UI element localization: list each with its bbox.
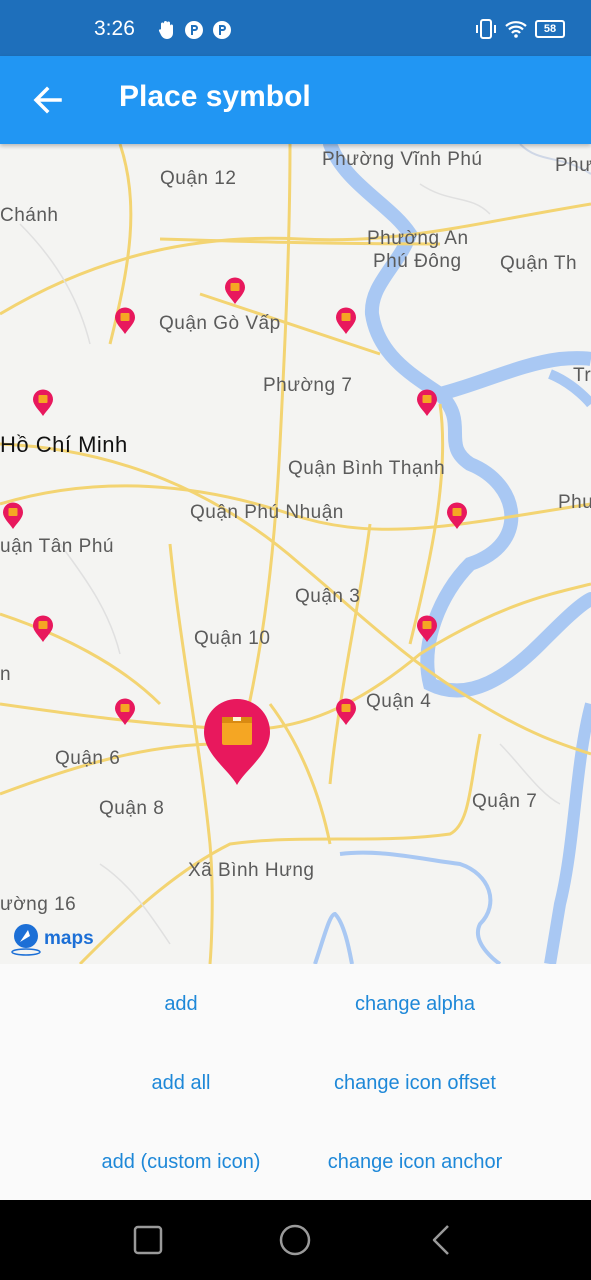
map-label: Quận 10 <box>194 628 271 649</box>
map-pin-icon[interactable] <box>416 389 438 417</box>
map-label: n <box>0 664 12 685</box>
map-label: Quận Bình Thạnh <box>288 458 446 479</box>
map-pin-icon[interactable] <box>416 615 438 643</box>
status-notification-icons <box>158 20 232 40</box>
status-time: 3:26 <box>94 17 135 40</box>
map-label: Tr <box>573 365 591 386</box>
map-label: Quận Phú Nhuận <box>190 502 344 523</box>
map-label: Phư <box>555 155 591 176</box>
maps-logo-icon <box>11 924 41 956</box>
map-label: Quận 4 <box>366 691 432 712</box>
custom-map-pin-icon[interactable] <box>203 698 271 786</box>
app-bar: Place symbol <box>0 56 591 144</box>
map-pin-icon[interactable] <box>2 502 24 530</box>
add-all-button[interactable]: add all <box>152 1072 211 1095</box>
hand-icon <box>158 21 173 39</box>
vibrate-icon <box>476 19 496 39</box>
map-pin-icon[interactable] <box>335 698 357 726</box>
circle-icon[interactable] <box>277 1222 313 1258</box>
map-view[interactable]: Phường Vĩnh Phú Phư Quận 12 Chánh Phường… <box>0 144 591 964</box>
add-custom-icon-button[interactable]: add (custom icon) <box>102 1151 261 1174</box>
map-pin-icon[interactable] <box>446 502 468 530</box>
map-label: Quận 12 <box>160 168 237 189</box>
change-icon-offset-button[interactable]: change icon offset <box>334 1072 496 1095</box>
map-label-city: Hồ Chí Minh <box>0 432 128 457</box>
map-label: Quận Th <box>500 253 578 274</box>
actions-panel: add change alpha add all change icon off… <box>0 964 591 1200</box>
page-title: Place symbol <box>119 80 311 113</box>
battery-icon: 58 <box>535 20 565 38</box>
notification-p-icon <box>213 21 231 39</box>
map-label: uận Tân Phú <box>0 536 114 557</box>
wifi-icon <box>505 21 527 38</box>
map-label: Quận 7 <box>472 791 538 812</box>
triangle-back-icon[interactable] <box>424 1222 460 1258</box>
map-pin-icon[interactable] <box>32 615 54 643</box>
back-button[interactable] <box>28 80 68 120</box>
map-label: Phường Vĩnh Phú <box>322 149 483 170</box>
map-pin-icon[interactable] <box>114 698 136 726</box>
map-label: ường 16 <box>0 894 77 915</box>
maps-logo-text: maps <box>44 928 94 949</box>
map-label: Quận 3 <box>295 586 361 607</box>
map-pin-icon[interactable] <box>114 307 136 335</box>
map-pin-icon[interactable] <box>224 277 246 305</box>
map-label: Quận 6 <box>55 748 121 769</box>
status-system-icons: 58 <box>475 18 565 40</box>
notification-p-icon <box>185 21 203 39</box>
square-icon[interactable] <box>130 1222 166 1258</box>
map-label: Phu <box>558 492 591 513</box>
status-bar: 3:26 58 <box>0 0 591 56</box>
map-label: Phú Đông <box>373 251 462 272</box>
map-label: Quận Gò Vấp <box>159 313 281 334</box>
map-label: Chánh <box>0 205 59 226</box>
map-label: Phường 7 <box>263 375 353 396</box>
map-pin-icon[interactable] <box>335 307 357 335</box>
map-pin-icon[interactable] <box>32 389 54 417</box>
maps-logo: maps <box>10 922 94 956</box>
map-label: Phường An <box>367 228 469 249</box>
system-nav-bar <box>0 1200 591 1280</box>
arrow-left-icon <box>33 86 62 114</box>
change-icon-anchor-button[interactable]: change icon anchor <box>328 1151 503 1174</box>
change-alpha-button[interactable]: change alpha <box>355 993 475 1016</box>
map-label: Xã Bình Hưng <box>188 860 315 881</box>
add-button[interactable]: add <box>164 993 197 1016</box>
map-label: Quận 8 <box>99 798 165 819</box>
